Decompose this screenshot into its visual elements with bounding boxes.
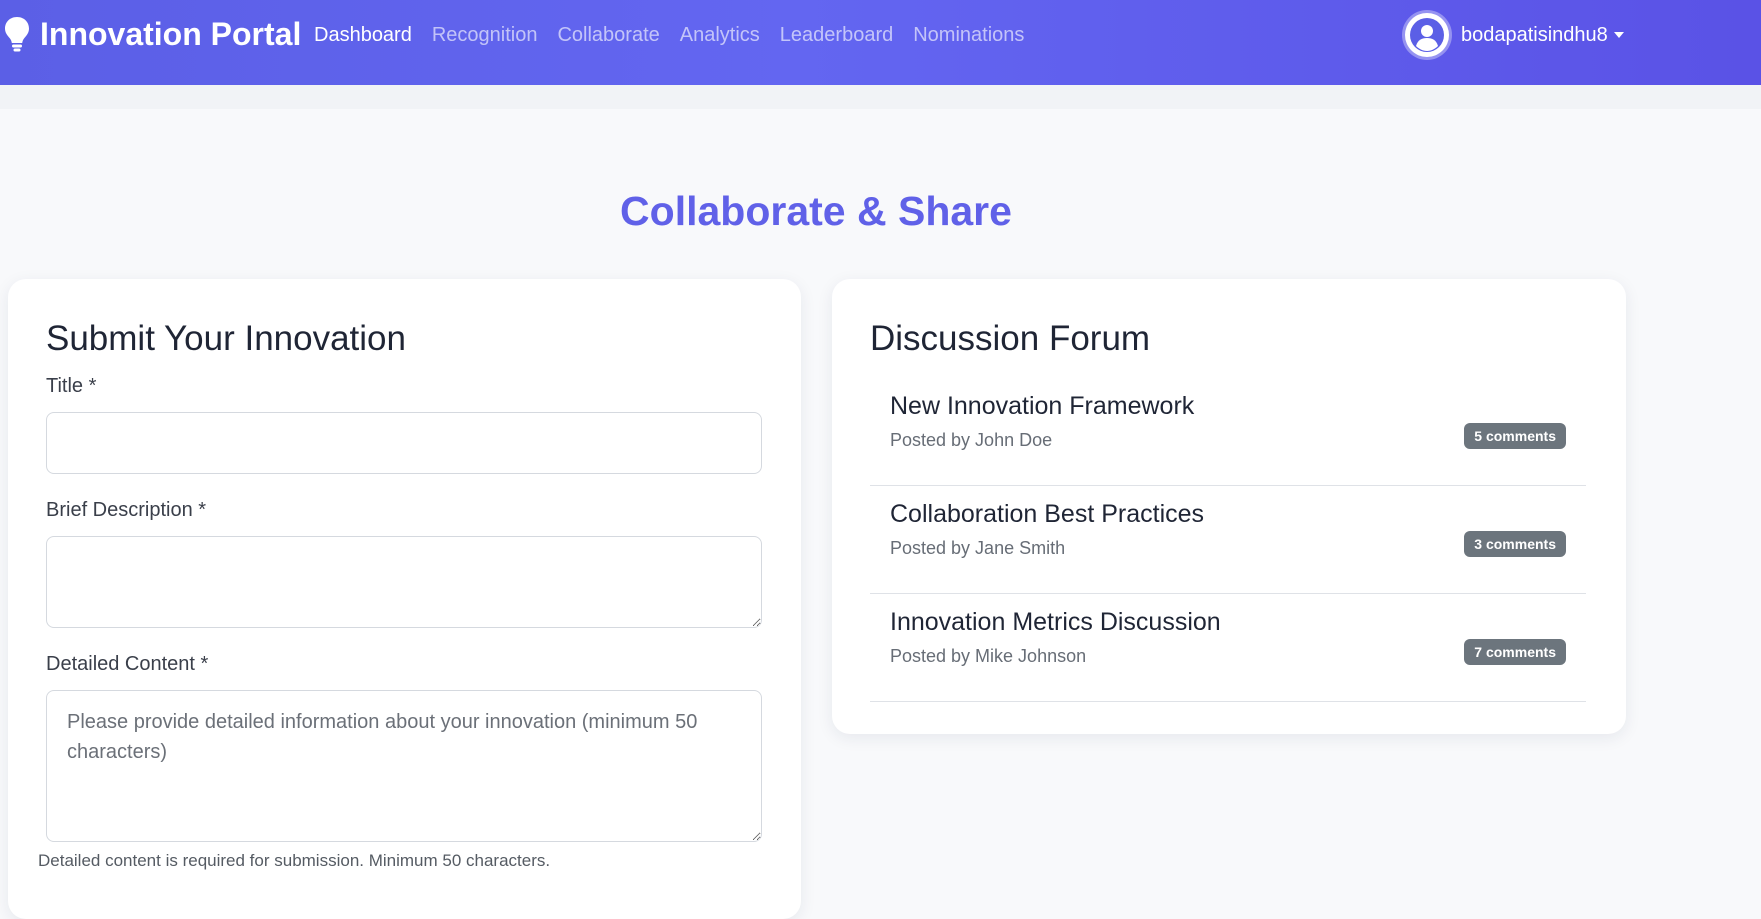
detailed-content-label: Detailed Content *: [46, 653, 209, 675]
title-input[interactable]: [46, 412, 762, 474]
nav-dashboard[interactable]: Dashboard: [314, 22, 412, 48]
discussion-forum-card: Discussion Forum New Innovation Framewor…: [832, 279, 1626, 734]
brief-description-input[interactable]: [46, 536, 762, 628]
post-author: Posted by Jane Smith: [890, 538, 1066, 558]
post-title[interactable]: Collaboration Best Practices: [890, 500, 1204, 529]
username: bodapatisindhu8: [1461, 23, 1608, 46]
lightbulb-icon: [5, 17, 29, 52]
comment-count-badge: 7 comments: [1464, 639, 1566, 665]
brand-name: Innovation Portal: [40, 15, 302, 52]
avatar: [1405, 13, 1449, 57]
submit-innovation-card: Submit Your Innovation Title * Brief Des…: [8, 279, 801, 919]
comment-count-badge: 5 comments: [1464, 423, 1566, 449]
post-title[interactable]: New Innovation Framework: [890, 392, 1194, 421]
post-author: Posted by Mike Johnson: [890, 646, 1087, 666]
detailed-content-help: Detailed content is required for submiss…: [38, 851, 551, 870]
subnav-strip: [0, 85, 1761, 109]
detailed-content-input[interactable]: [46, 690, 762, 842]
user-circle-icon: [1410, 18, 1444, 52]
chevron-down-icon: [1613, 32, 1624, 38]
nav-leaderboard[interactable]: Leaderboard: [780, 22, 893, 48]
brand-link[interactable]: Innovation Portal: [4, 14, 301, 54]
post-author: Posted by John Doe: [890, 430, 1053, 450]
forum-post[interactable]: Innovation Metrics Discussion Posted by …: [870, 594, 1586, 702]
submit-heading: Submit Your Innovation: [46, 319, 406, 358]
post-title[interactable]: Innovation Metrics Discussion: [890, 608, 1221, 637]
brief-description-label: Brief Description *: [46, 499, 207, 521]
nav-recognition[interactable]: Recognition: [432, 22, 538, 48]
forum-heading: Discussion Forum: [870, 319, 1151, 358]
title-label: Title *: [46, 375, 97, 397]
forum-post[interactable]: New Innovation Framework Posted by John …: [870, 378, 1586, 486]
main-nav: Dashboard Recognition Collaborate Analyt…: [314, 22, 1044, 48]
page-title: Collaborate & Share: [620, 188, 1012, 234]
comment-count-badge: 3 comments: [1464, 531, 1566, 557]
forum-post[interactable]: Collaboration Best Practices Posted by J…: [870, 486, 1586, 594]
nav-analytics[interactable]: Analytics: [680, 22, 760, 48]
user-menu-toggle[interactable]: bodapatisindhu8: [1405, 13, 1624, 57]
top-navbar: Innovation Portal Dashboard Recognition …: [0, 0, 1761, 85]
nav-collaborate[interactable]: Collaborate: [557, 22, 659, 48]
nav-nominations[interactable]: Nominations: [913, 22, 1024, 48]
